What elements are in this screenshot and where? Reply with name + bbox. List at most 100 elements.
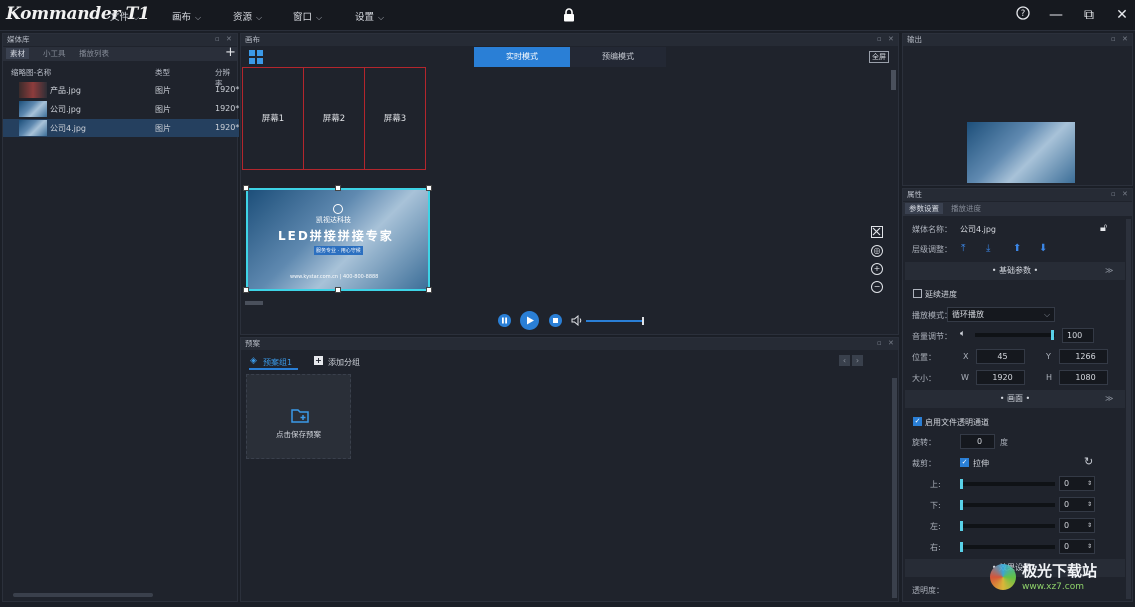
crop-right-input[interactable]: 0 ⇕: [1059, 539, 1095, 554]
volume-icon[interactable]: [571, 314, 583, 329]
unlock-icon[interactable]: 🔓︎: [1100, 221, 1107, 235]
slider-knob[interactable]: [960, 521, 963, 531]
slider-knob[interactable]: [960, 500, 963, 510]
resize-handle[interactable]: [243, 185, 249, 191]
scroll-left-button[interactable]: ‹: [839, 355, 850, 366]
bring-to-front-icon[interactable]: ⤒: [961, 243, 965, 254]
crop-bottom-slider[interactable]: [960, 500, 1055, 510]
center-icon[interactable]: ◎: [871, 245, 883, 257]
send-backward-icon[interactable]: ⬇: [1039, 243, 1047, 254]
menu-window[interactable]: 窗口 ⌵: [293, 9, 322, 23]
tab-widgets[interactable]: 小工具: [39, 48, 70, 59]
float-icon[interactable]: ▫: [215, 35, 220, 43]
resize-handle[interactable]: [243, 287, 249, 293]
resize-handle[interactable]: [335, 185, 341, 191]
spinner-icon[interactable]: ⇕: [1087, 540, 1092, 554]
screen-2[interactable]: 屏幕2: [303, 67, 365, 170]
collapse-icon[interactable]: ≫: [1105, 262, 1113, 280]
lock-icon[interactable]: [563, 8, 575, 25]
column-type[interactable]: 类型: [155, 67, 170, 78]
stretch-checkbox[interactable]: ✓: [960, 458, 969, 467]
fullscreen-button[interactable]: 全屏: [869, 51, 889, 63]
menu-settings[interactable]: 设置 ⌵: [355, 9, 384, 23]
close-panel-icon[interactable]: ✕: [1122, 35, 1128, 43]
horizontal-scrollbar[interactable]: [245, 301, 263, 305]
continue-progress-checkbox[interactable]: [913, 289, 922, 298]
menu-canvas[interactable]: 画布 ⌵: [172, 9, 201, 23]
slider-knob[interactable]: [960, 479, 963, 489]
section-picture[interactable]: • 画面 • ≫: [905, 390, 1125, 408]
tab-material[interactable]: 素材: [6, 48, 29, 59]
table-row[interactable]: 产品.jpg 图片 1920*: [3, 81, 239, 99]
stop-icon[interactable]: [549, 314, 562, 330]
crop-left-slider[interactable]: [960, 521, 1055, 531]
vertical-scrollbar[interactable]: [1126, 219, 1131, 599]
resize-handle[interactable]: [426, 287, 432, 293]
tab-preview-mode[interactable]: 预编模式: [570, 47, 666, 67]
close-panel-icon[interactable]: ✕: [226, 35, 232, 43]
zoom-out-icon[interactable]: −: [871, 281, 883, 293]
tab-realtime-mode[interactable]: 实时模式: [474, 47, 570, 67]
collapse-icon[interactable]: ≫: [1105, 390, 1113, 408]
resize-handle[interactable]: [335, 287, 341, 293]
restore-icon[interactable]: ⧉: [1080, 6, 1098, 24]
rotate-input[interactable]: 0: [960, 434, 995, 449]
play-icon[interactable]: [520, 311, 539, 333]
slider-knob[interactable]: [960, 542, 963, 552]
height-input[interactable]: 1080: [1059, 370, 1108, 385]
add-group-button[interactable]: 添加分组: [328, 357, 360, 368]
crop-left-input[interactable]: 0 ⇕: [1059, 518, 1095, 533]
section-basic-params[interactable]: • 基础参数 • ≫: [905, 262, 1125, 280]
spinner-icon[interactable]: ⇕: [1087, 498, 1092, 512]
crop-top-input[interactable]: 0 ⇕: [1059, 476, 1095, 491]
volume-input[interactable]: 100: [1062, 328, 1094, 343]
x-input[interactable]: 45: [976, 349, 1025, 364]
volume-slider[interactable]: [586, 317, 644, 325]
tab-params[interactable]: 参数设置: [905, 203, 943, 214]
send-to-back-icon[interactable]: ⤓: [986, 243, 990, 254]
help-icon[interactable]: ?: [1014, 6, 1032, 24]
spinner-icon[interactable]: ⇕: [1087, 519, 1092, 533]
vertical-scrollbar[interactable]: [891, 70, 896, 90]
crop-right-slider[interactable]: [960, 542, 1055, 552]
add-group-icon[interactable]: +: [314, 356, 323, 365]
vertical-scrollbar[interactable]: [892, 378, 897, 598]
y-input[interactable]: 1266: [1059, 349, 1108, 364]
column-name[interactable]: 缩略图-名称: [11, 67, 51, 78]
bring-forward-icon[interactable]: ⬆: [1013, 243, 1021, 254]
layout-grid-icon[interactable]: [249, 50, 263, 67]
float-icon[interactable]: ▫: [1111, 35, 1116, 43]
add-media-button[interactable]: +: [225, 45, 236, 60]
canvas-media-item[interactable]: 凯视达科技 LED拼接拼接专家 服务专业 · 用心守候 www.kystar.c…: [243, 185, 432, 293]
volume-knob[interactable]: [1051, 330, 1054, 340]
tab-preset-group[interactable]: 预案组1: [263, 357, 292, 368]
horizontal-scrollbar[interactable]: [13, 593, 153, 597]
crop-bottom-input[interactable]: 0 ⇕: [1059, 497, 1095, 512]
close-panel-icon[interactable]: ✕: [888, 339, 894, 347]
play-mode-select[interactable]: 循环播放 ⌵: [947, 307, 1055, 322]
tab-progress[interactable]: 播放进度: [947, 203, 985, 214]
scroll-right-button[interactable]: ›: [852, 355, 863, 366]
float-icon[interactable]: ▫: [877, 35, 882, 43]
float-icon[interactable]: ▫: [877, 339, 882, 347]
save-preset-card[interactable]: 点击保存预案: [246, 374, 351, 459]
pause-icon[interactable]: [498, 314, 511, 330]
spinner-icon[interactable]: ⇕: [1087, 477, 1092, 491]
menu-resources[interactable]: 资源 ⌵: [233, 9, 262, 23]
volume-knob[interactable]: [642, 317, 644, 325]
zoom-in-icon[interactable]: +: [871, 263, 883, 275]
crop-top-slider[interactable]: [960, 479, 1055, 489]
menu-file[interactable]: 文件 ⌵: [110, 9, 139, 23]
fit-screen-icon[interactable]: [871, 226, 883, 238]
close-panel-icon[interactable]: ✕: [888, 35, 894, 43]
alpha-channel-checkbox[interactable]: ✓: [913, 417, 922, 426]
width-input[interactable]: 1920: [976, 370, 1025, 385]
close-panel-icon[interactable]: ✕: [1122, 190, 1128, 198]
float-icon[interactable]: ▫: [1111, 190, 1116, 198]
volume-slider[interactable]: [975, 330, 1055, 340]
screen-1[interactable]: 屏幕1: [242, 67, 304, 170]
tab-playlist[interactable]: 播放列表: [75, 48, 113, 59]
reset-icon[interactable]: ↻: [1084, 455, 1093, 468]
close-icon[interactable]: ✕: [1113, 6, 1131, 24]
resize-handle[interactable]: [426, 185, 432, 191]
